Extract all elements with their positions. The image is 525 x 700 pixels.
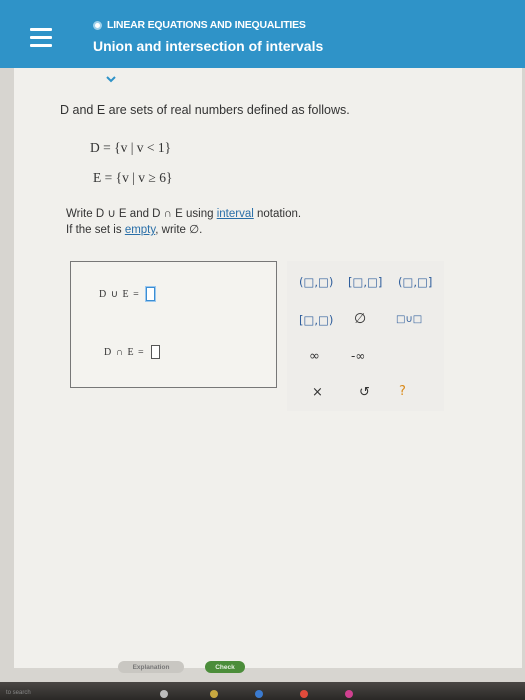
taskbar-search[interactable]: to search xyxy=(6,690,31,696)
clear-icon[interactable]: × xyxy=(312,385,323,400)
empty-set-key[interactable]: ∅ xyxy=(354,311,366,327)
infinity-key[interactable]: ∞ xyxy=(309,349,320,364)
set-d-definition: D = {v | v < 1} xyxy=(90,140,172,155)
taskbar-app-icon[interactable] xyxy=(210,690,218,698)
answer-box: D ∪ E = D ∩ E = xyxy=(70,261,277,388)
empty-text: If the set is xyxy=(66,224,125,236)
union-answer-label: D ∪ E = xyxy=(99,288,140,300)
topic-label: LINEAR EQUATIONS AND INEQUALITIES xyxy=(107,19,306,31)
explanation-button[interactable]: Explanation xyxy=(118,661,184,673)
topic-status-icon xyxy=(93,20,102,30)
intersection-answer-label: D ∩ E = xyxy=(104,346,145,358)
screen-bezel xyxy=(0,682,525,700)
negative-infinity-key[interactable]: -∞ xyxy=(351,349,365,363)
help-icon[interactable]: ? xyxy=(399,384,406,399)
union-answer-row: D ∪ E = xyxy=(99,287,155,301)
instruction-line-2: If the set is empty, write ∅. xyxy=(66,222,301,238)
open-closed-interval-key[interactable]: (□,□] xyxy=(398,275,432,289)
instructions: Write D ∪ E and D ∩ E using interval not… xyxy=(66,206,301,238)
intersection-answer-input[interactable] xyxy=(150,345,160,359)
open-open-interval-key[interactable]: (□,□) xyxy=(299,275,333,289)
check-button[interactable]: Check xyxy=(205,661,245,673)
taskbar-app-icon[interactable] xyxy=(345,690,353,698)
app-header: LINEAR EQUATIONS AND INEQUALITIES Union … xyxy=(0,0,525,68)
empty-text-end: , write ∅. xyxy=(155,224,203,236)
problem-intro: D and E are sets of real numbers defined… xyxy=(60,103,350,117)
chevron-down-icon[interactable] xyxy=(106,74,116,84)
taskbar-app-icon[interactable] xyxy=(255,690,263,698)
instruction-line-1: Write D ∪ E and D ∩ E using interval not… xyxy=(66,206,301,222)
union-key[interactable]: □∪□ xyxy=(396,314,422,325)
instruction-text: Write D ∪ E and D ∩ E using xyxy=(66,208,217,220)
lesson-title: Union and intersection of intervals xyxy=(93,38,324,54)
undo-icon[interactable]: ↺ xyxy=(359,385,370,400)
empty-help-link[interactable]: empty xyxy=(125,224,155,236)
hamburger-menu-icon[interactable] xyxy=(30,28,52,48)
interval-help-link[interactable]: interval xyxy=(217,208,254,220)
instruction-text-end: notation. xyxy=(253,208,302,220)
closed-closed-interval-key[interactable]: [□,□] xyxy=(348,275,382,289)
set-e-definition: E = {v | v ≥ 6} xyxy=(93,170,173,185)
taskbar-app-icon[interactable] xyxy=(300,690,308,698)
closed-open-interval-key[interactable]: [□,□) xyxy=(299,313,333,327)
taskbar-app-icon[interactable] xyxy=(160,690,168,698)
union-answer-input[interactable] xyxy=(145,287,155,301)
intersection-answer-row: D ∩ E = xyxy=(104,345,160,359)
math-keypad: (□,□) [□,□] (□,□] [□,□) ∅ □∪□ ∞ -∞ × ↺ ? xyxy=(287,261,444,411)
topic-row: LINEAR EQUATIONS AND INEQUALITIES xyxy=(93,18,306,32)
